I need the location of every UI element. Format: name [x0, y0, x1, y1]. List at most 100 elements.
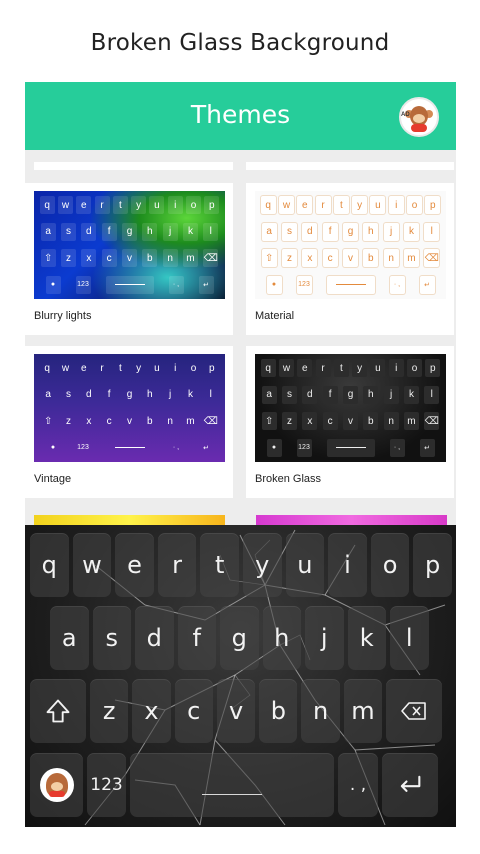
mini-key: o	[407, 359, 423, 377]
mini-key-row: ⇧ z x c v b n m ⌫	[259, 247, 442, 269]
shift-icon: ⇧	[261, 249, 277, 268]
key-t[interactable]: t	[200, 533, 239, 597]
mini-key: l	[424, 222, 440, 241]
key-w[interactable]: w	[72, 533, 112, 597]
profile-avatar[interactable]: AD	[399, 97, 439, 137]
key-l[interactable]: l	[390, 606, 429, 670]
theme-card-material[interactable]: q w e r t y u i o p a s d f g h j k l ⇧ z x c v b n m ⌫ ● 123 · , ↵ Mat…	[246, 183, 454, 335]
mini-key: y	[131, 196, 147, 214]
key-r[interactable]: r	[157, 533, 197, 597]
mini-key: o	[190, 362, 197, 374]
key-x[interactable]: x	[132, 679, 171, 743]
mini-key: i	[167, 196, 183, 214]
phone-screen: Themes AD q w e r t y u i o p a s d f g h j k l ⇧ z x c v b n m ⌫ ● 1…	[25, 82, 456, 827]
theme-card-strip-right	[246, 162, 454, 170]
backspace-key[interactable]	[386, 679, 443, 743]
theme-card-blurry-lights[interactable]: q w e r t y u i o p a s d f g h j k l ⇧ z x c v b n m ⌫ ● 123 · , ↵ Blu…	[25, 183, 233, 335]
key-m[interactable]: m	[343, 679, 383, 743]
mini-key: c	[101, 249, 117, 268]
key-a[interactable]: a	[50, 606, 89, 670]
mini-key-row: asdfghjkl	[38, 384, 221, 406]
shift-key[interactable]	[30, 679, 86, 743]
key-g[interactable]: g	[220, 606, 259, 670]
enter-key[interactable]	[382, 753, 438, 817]
theme-preview-vintage: q w e r t y u i o p a s d f g h j k l ⇧ z x c v b n m ⌫ ● 123 · , ↵	[34, 354, 225, 462]
mini-key: j	[383, 222, 399, 241]
mini-key: v	[121, 249, 137, 268]
key-h[interactable]: h	[262, 606, 301, 670]
mini-key: 123	[75, 275, 91, 294]
mini-key: c	[106, 415, 112, 427]
mini-key-row: qwertyuiop	[38, 194, 221, 216]
app-title: Themes	[190, 100, 291, 129]
mini-key: v	[342, 249, 358, 268]
theme-preview-material: q w e r t y u i o p a s d f g h j k l ⇧ z x c v b n m ⌫ ● 123 · , ↵	[255, 191, 446, 299]
theme-name: Vintage	[34, 473, 72, 485]
mini-spacebar	[105, 275, 154, 294]
mini-key: k	[182, 222, 198, 241]
key-u[interactable]: u	[285, 533, 325, 597]
shift-icon: ⇧	[261, 412, 277, 431]
key-k[interactable]: k	[347, 606, 386, 670]
key-s[interactable]: s	[92, 606, 131, 670]
numbers-key[interactable]: 123	[87, 753, 126, 817]
key-d[interactable]: d	[135, 606, 174, 670]
mini-key: · ,	[172, 444, 180, 452]
mini-key: n	[167, 415, 173, 427]
mini-spacebar	[106, 439, 154, 457]
key-z[interactable]: z	[90, 679, 129, 743]
page-caption: Broken Glass Background	[90, 30, 390, 56]
theme-card-vintage[interactable]: q w e r t y u i o p a s d f g h j k l ⇧ z x c v b n m ⌫ ● 123 · , ↵ Vin…	[25, 346, 233, 498]
mini-key: v	[126, 415, 132, 427]
avatar-icon: ●	[50, 444, 56, 452]
key-e[interactable]: e	[115, 533, 154, 597]
mini-key: e	[297, 359, 313, 377]
key-y[interactable]: y	[242, 533, 282, 597]
mini-key: j	[169, 389, 172, 401]
mini-key-row: qwertyuiop	[38, 357, 221, 379]
key-f[interactable]: f	[177, 606, 216, 670]
theme-preview-broken-glass: q w e r t y u i o p a s d f g h j k l ⇧ z x c v b n m ⌫ ● 123 · , ↵	[255, 354, 446, 462]
key-j[interactable]: j	[305, 606, 344, 670]
key-q[interactable]: q	[30, 533, 69, 597]
theme-avatar-key[interactable]	[30, 753, 83, 817]
key-o[interactable]: o	[370, 533, 410, 597]
punctuation-key[interactable]: . ,	[338, 753, 378, 817]
shift-icon: ⇧	[43, 415, 53, 427]
key-v[interactable]: v	[216, 679, 256, 743]
mini-key-row: ⇧ z x c v b n m ⌫	[38, 410, 221, 432]
mini-key: f	[322, 222, 338, 241]
key-n[interactable]: n	[301, 679, 340, 743]
mini-key-row: ● 123 · , ↵	[259, 274, 442, 296]
mini-key-row: qwertyuiop	[259, 194, 442, 216]
mini-key: o	[407, 196, 423, 214]
mini-key: p	[209, 362, 215, 374]
mini-key: d	[302, 385, 318, 404]
mini-key: t	[333, 359, 349, 377]
key-b[interactable]: b	[259, 679, 298, 743]
theme-card-broken-glass[interactable]: q w e r t y u i o p a s d f g h j k l ⇧ z x c v b n m ⌫ ● 123 · , ↵ Bro…	[246, 346, 454, 498]
mini-key: a	[40, 222, 56, 241]
mini-key: s	[60, 222, 76, 241]
mini-key: u	[149, 196, 165, 214]
mini-key: p	[204, 196, 220, 214]
mini-key: z	[60, 249, 76, 268]
theme-preview-blurry-lights: q w e r t y u i o p a s d f g h j k l ⇧ z x c v b n m ⌫ ● 123 · , ↵	[34, 191, 225, 299]
mini-key: m	[186, 415, 195, 427]
mini-key-row: ● 123 · , ↵	[38, 437, 221, 459]
mini-key: z	[281, 412, 297, 431]
mini-key: d	[86, 389, 92, 401]
mini-key: t	[118, 362, 122, 374]
mini-key: x	[302, 412, 318, 431]
mini-key: m	[182, 249, 198, 268]
key-p[interactable]: p	[413, 533, 452, 597]
mini-key: x	[86, 415, 92, 427]
spacebar[interactable]	[130, 753, 334, 817]
theme-name: Material	[255, 310, 295, 322]
mini-key-row: asdfghjkl	[259, 221, 442, 243]
key-i[interactable]: i	[328, 533, 367, 597]
mini-key: e	[76, 196, 92, 214]
mini-key: b	[363, 412, 379, 431]
mini-spacebar	[326, 275, 375, 294]
key-c[interactable]: c	[174, 679, 213, 743]
